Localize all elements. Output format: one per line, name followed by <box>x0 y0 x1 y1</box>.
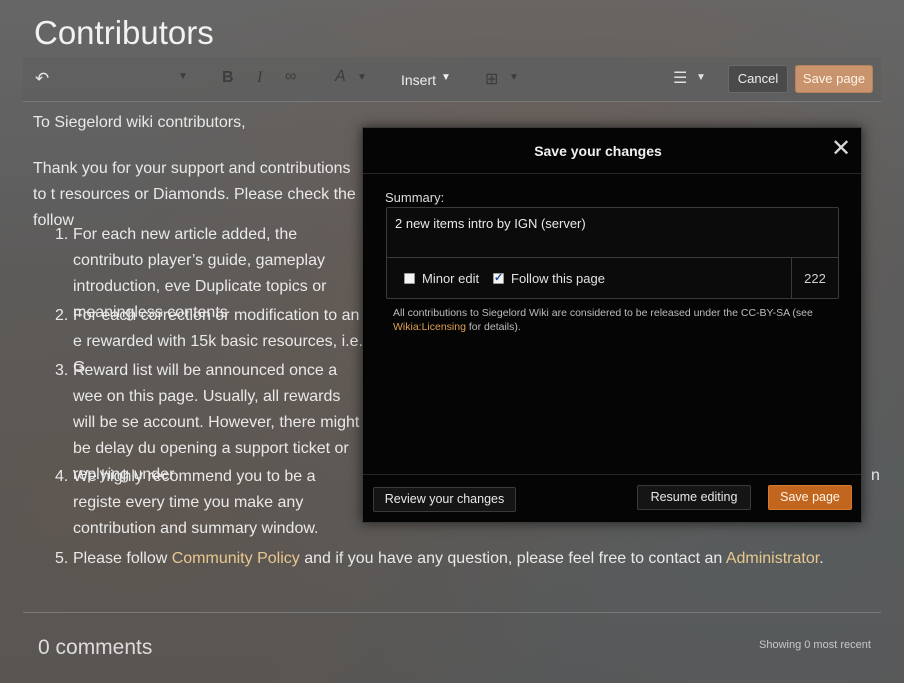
char-count: 222 <box>804 271 826 286</box>
resume-editing-button[interactable]: Resume editing <box>637 485 751 510</box>
summary-label: Summary: <box>385 190 445 205</box>
menu-lines-icon[interactable]: ☰ <box>673 68 687 88</box>
chevron-down-icon[interactable]: ▼ <box>696 72 706 83</box>
chevron-down-icon[interactable]: ▼ <box>441 72 451 83</box>
save-changes-dialog: Save your changes ✕ Summary: 2 new items… <box>362 127 862 523</box>
save-page-button-toolbar[interactable]: Save page <box>795 65 873 93</box>
page-title: Contributors <box>34 14 214 51</box>
follow-page-label[interactable]: Follow this page <box>511 271 605 286</box>
greeting-text: To Siegelord wiki contributors, <box>33 114 246 131</box>
licensing-link[interactable]: Wikia:Licensing <box>393 321 466 333</box>
editor-toolbar: ↶ ▼ B I ∞ A ▼ Insert ▼ ⊞ ▼ ☰ ▼ Cancel Sa… <box>23 57 881 102</box>
community-policy-link[interactable]: Community Policy <box>172 550 300 567</box>
dialog-header: Save your changes ✕ <box>363 128 861 174</box>
cancel-button[interactable]: Cancel <box>728 65 788 93</box>
italic-icon[interactable]: I <box>257 69 262 87</box>
table-icon[interactable]: ⊞ <box>485 69 498 89</box>
administrator-link[interactable]: Administrator <box>726 550 819 567</box>
comments-showing: Showing 0 most recent <box>759 639 871 651</box>
comments-count: 0 comments <box>38 636 153 659</box>
license-notice: All contributions to Siegelord Wiki are … <box>393 307 813 333</box>
close-icon[interactable]: ✕ <box>829 137 853 162</box>
insert-menu[interactable]: Insert <box>401 72 436 88</box>
link-icon[interactable]: ∞ <box>285 68 296 86</box>
divider <box>23 612 881 613</box>
save-page-button[interactable]: Save page <box>768 485 852 510</box>
chevron-down-icon[interactable]: ▼ <box>178 71 188 82</box>
summary-box: 2 new items intro by IGN (server) Minor … <box>386 207 839 299</box>
review-changes-button[interactable]: Review your changes <box>373 487 516 512</box>
undo-icon[interactable]: ↶ <box>35 69 49 89</box>
bold-icon[interactable]: B <box>222 69 234 87</box>
minor-edit-label[interactable]: Minor edit <box>422 271 479 286</box>
dialog-title: Save your changes <box>534 143 662 159</box>
follow-page-checkbox[interactable]: ✓ <box>493 273 504 284</box>
summary-input[interactable]: 2 new items intro by IGN (server) <box>387 208 838 258</box>
chevron-down-icon[interactable]: ▼ <box>357 72 367 83</box>
chevron-down-icon[interactable]: ▼ <box>509 72 519 83</box>
text-style-icon[interactable]: A <box>335 68 346 86</box>
dialog-footer: Review your changes Resume editing Save … <box>363 474 861 523</box>
minor-edit-checkbox[interactable] <box>404 273 415 284</box>
